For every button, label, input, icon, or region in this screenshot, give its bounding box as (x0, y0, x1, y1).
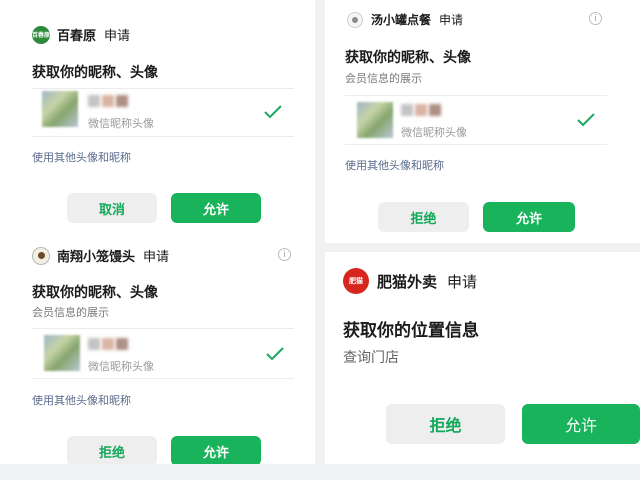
use-other-profile-link[interactable]: 使用其他头像和昵称 (32, 392, 131, 408)
avatar-hint: 微信昵称头像 (88, 360, 154, 373)
allow-button[interactable]: 允许 (483, 202, 575, 232)
divider (32, 328, 294, 329)
wechat-profile-option[interactable]: 微信昵称头像 (345, 97, 607, 143)
permission-title: 获取你的位置信息 (343, 321, 479, 341)
info-icon[interactable]: i (589, 12, 602, 25)
wechat-profile-option[interactable]: 微信昵称头像 (32, 89, 294, 135)
app-name: 汤小罐点餐 (371, 13, 432, 27)
app-name: 南翔小笼馒头 (57, 250, 136, 265)
divider (32, 378, 294, 379)
request-label: 申请 (447, 272, 478, 291)
divider (345, 95, 607, 96)
nickname-redacted (88, 95, 128, 107)
permission-subtitle: 查询门店 (343, 350, 399, 366)
nickname-redacted (401, 104, 441, 116)
panel-header: 百春原 百春原 申请 (32, 25, 130, 44)
check-icon (264, 105, 282, 119)
auth-panel-feimao: 肥猫 肥猫外卖 申请 获取你的位置信息 查询门店 拒绝 允许 (325, 252, 640, 464)
use-other-profile-link[interactable]: 使用其他头像和昵称 (32, 149, 131, 165)
allow-button[interactable]: 允许 (171, 436, 261, 464)
app-logo: 肥猫 (343, 268, 369, 294)
avatar (42, 91, 78, 127)
check-icon (577, 113, 595, 127)
avatar-hint: 微信昵称头像 (401, 126, 467, 139)
divider (345, 144, 607, 145)
app-logo (32, 246, 50, 265)
info-icon[interactable]: i (278, 248, 291, 261)
reject-button[interactable]: 拒绝 (386, 404, 505, 444)
app-name: 百春原 (57, 29, 97, 44)
permission-title: 获取你的昵称、头像 (345, 50, 471, 66)
auth-panel-nanxiang: 南翔小笼馒头 申请 i 获取你的昵称、头像 会员信息的展示 微信昵称头像 使用其… (0, 238, 315, 464)
app-logo (347, 11, 363, 28)
use-other-profile-link[interactable]: 使用其他头像和昵称 (345, 157, 444, 173)
app-logo: 百春原 (32, 25, 50, 44)
permission-title: 获取你的昵称、头像 (32, 65, 158, 81)
avatar-hint: 微信昵称头像 (88, 117, 154, 130)
avatar (357, 102, 393, 138)
request-label: 申请 (143, 250, 170, 265)
permission-subtitle: 会员信息的展示 (345, 72, 422, 85)
auth-panel-tangxiaoguan: 汤小罐点餐 申请 i 获取你的昵称、头像 会员信息的展示 微信昵称头像 使用其他… (325, 0, 640, 243)
avatar (44, 335, 80, 371)
panel-header: 汤小罐点餐 申请 (347, 11, 463, 28)
reject-button[interactable]: 拒绝 (67, 436, 157, 464)
panel-header: 肥猫 肥猫外卖 申请 (343, 268, 477, 294)
cancel-button[interactable]: 取消 (67, 193, 157, 223)
wechat-profile-option[interactable]: 微信昵称头像 (32, 330, 294, 376)
request-label: 申请 (104, 29, 131, 44)
check-icon (266, 347, 284, 361)
panel-header: 南翔小笼馒头 申请 (32, 246, 169, 265)
nickname-redacted (88, 338, 128, 350)
app-name: 肥猫外卖 (377, 272, 438, 291)
reject-button[interactable]: 拒绝 (378, 202, 469, 232)
permission-subtitle: 会员信息的展示 (32, 306, 109, 319)
request-label: 申请 (439, 13, 464, 27)
allow-button[interactable]: 允许 (522, 404, 640, 444)
auth-panel-baichunyuan: 百春原 百春原 申请 获取你的昵称、头像 微信昵称头像 使用其他头像和昵称 取消… (0, 0, 315, 238)
permission-title: 获取你的昵称、头像 (32, 285, 158, 301)
allow-button[interactable]: 允许 (171, 193, 261, 223)
divider (32, 136, 294, 137)
